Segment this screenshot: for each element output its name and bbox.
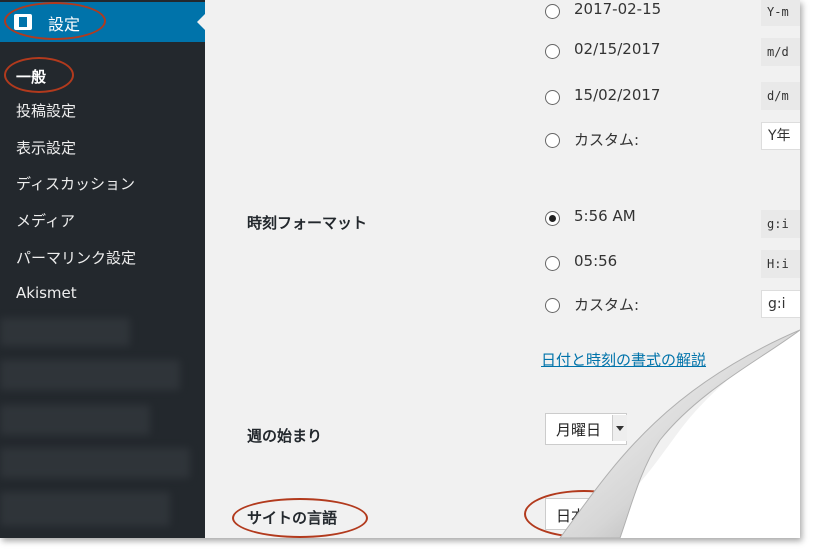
- screenshot-sheet: 設定 一般 投稿設定 表示設定 ディスカッション メディア パーマリンク設定 A…: [0, 0, 800, 538]
- page-curl: [559, 329, 800, 538]
